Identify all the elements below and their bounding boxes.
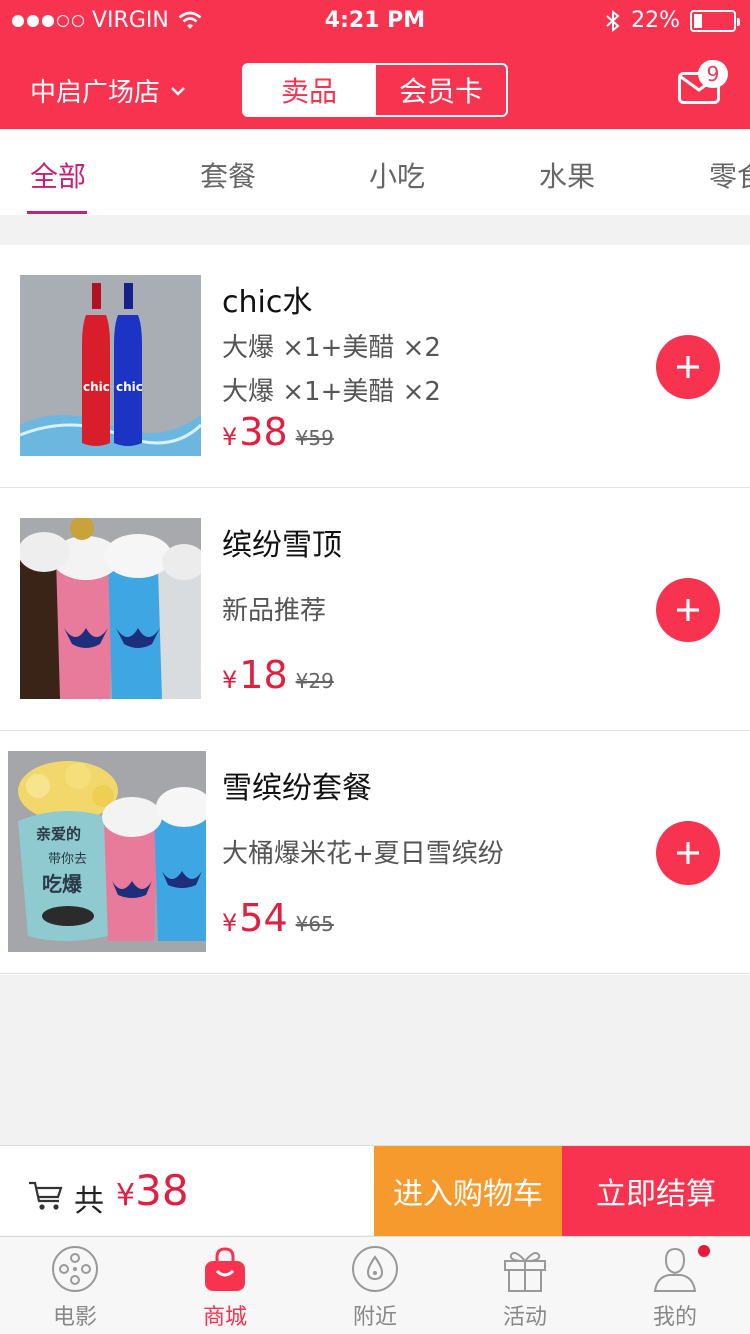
status-right: 22% bbox=[605, 8, 740, 33]
store-name: 中启广场店 bbox=[30, 78, 161, 108]
category-tabs: 全部 套餐 小吃 水果 零食 bbox=[0, 129, 750, 215]
tab-treats[interactable]: 零食 bbox=[709, 155, 750, 195]
tabbar-item-profile[interactable]: 我的 bbox=[600, 1237, 750, 1334]
status-bar: VIRGIN 4:21 PM 22% bbox=[0, 0, 750, 40]
price-currency: ¥ bbox=[222, 666, 238, 694]
product-image-label: chic bbox=[116, 380, 143, 394]
add-to-cart-button[interactable] bbox=[656, 335, 720, 399]
tabbar-item-store[interactable]: 商城 bbox=[150, 1237, 300, 1334]
product-name: 缤纷雪顶 bbox=[222, 528, 342, 563]
tabbar-item-activities[interactable]: 活动 bbox=[450, 1237, 600, 1334]
product-item[interactable]: chic chic chic水 大爆 ×1+美醋 ×2 大爆 ×1+美醋 ×2 … bbox=[0, 245, 750, 488]
tabbar-item-movies[interactable]: 电影 bbox=[0, 1237, 150, 1334]
plus-icon bbox=[677, 842, 699, 864]
user-icon bbox=[653, 1247, 697, 1292]
plus-icon bbox=[677, 356, 699, 378]
tab-all[interactable]: 全部 bbox=[30, 155, 86, 195]
product-image-label: 吃爆 bbox=[42, 872, 83, 896]
product-desc: 大爆 ×1+美醋 ×2 bbox=[222, 377, 441, 407]
cart-total-value: 38 bbox=[135, 1166, 189, 1215]
gift-icon bbox=[504, 1252, 546, 1292]
product-desc: 大桶爆米花+夏日雪缤纷 bbox=[222, 839, 504, 869]
product-image-label: 亲爱的 bbox=[36, 825, 81, 843]
price-value: 18 bbox=[239, 653, 288, 697]
price-currency: ¥ bbox=[222, 423, 238, 451]
bluetooth-icon bbox=[606, 9, 620, 32]
segment-control: 卖品 会员卡 bbox=[242, 63, 508, 117]
cart-currency: ¥ bbox=[116, 1178, 136, 1213]
segment-products[interactable]: 卖品 bbox=[244, 65, 374, 115]
tab-snacks[interactable]: 小吃 bbox=[369, 155, 425, 195]
tabbar-label: 电影 bbox=[52, 1305, 97, 1330]
price-value: 54 bbox=[239, 896, 288, 940]
product-name: chic水 bbox=[222, 285, 313, 320]
product-image-label: 带你去 bbox=[48, 852, 87, 867]
product-name: 雪缤纷套餐 bbox=[222, 771, 372, 806]
tabbar-label: 附近 bbox=[352, 1305, 397, 1330]
product-image-label: chic bbox=[83, 380, 110, 394]
tabbar-label: 活动 bbox=[502, 1305, 547, 1330]
chevron-down-icon bbox=[171, 86, 185, 96]
product-image: chic chic bbox=[20, 275, 201, 456]
cart-total-label: 共 bbox=[74, 1184, 104, 1219]
price-value: 38 bbox=[239, 410, 288, 454]
product-image bbox=[20, 518, 201, 699]
original-price: ¥29 bbox=[295, 669, 334, 693]
plus-icon bbox=[677, 599, 699, 621]
checkout-button[interactable]: 立即结算 bbox=[562, 1146, 750, 1236]
product-price: ¥ 38 ¥59 bbox=[222, 410, 334, 454]
product-item[interactable]: 缤纷雪顶 新品推荐 ¥ 18 ¥29 bbox=[0, 488, 750, 731]
header: VIRGIN 4:21 PM 22% 中启广场店 卖品 会员卡 9 bbox=[0, 0, 750, 129]
price-currency: ¥ bbox=[222, 909, 238, 937]
bottom-tab-bar: 电影 商城 附近 活动 我的 bbox=[0, 1236, 750, 1334]
original-price: ¥65 bbox=[295, 912, 334, 936]
product-image: 亲爱的 带你去 吃爆 bbox=[8, 751, 206, 952]
battery-percent: 22% bbox=[631, 8, 680, 33]
tabbar-item-nearby[interactable]: 附近 bbox=[300, 1237, 450, 1334]
location-drop-icon bbox=[352, 1246, 398, 1292]
product-price: ¥ 18 ¥29 bbox=[222, 653, 334, 697]
cart-total: ¥ 38 bbox=[116, 1166, 189, 1215]
battery-icon bbox=[690, 9, 740, 32]
shopping-bag-icon bbox=[205, 1247, 245, 1291]
tabbar-label: 我的 bbox=[652, 1305, 697, 1330]
mail-badge: 9 bbox=[698, 60, 728, 88]
product-desc: 大爆 ×1+美醋 ×2 bbox=[222, 333, 441, 363]
store-selector[interactable]: 中启广场店 bbox=[30, 72, 186, 109]
shopping-cart-icon bbox=[29, 1181, 63, 1210]
active-tab-indicator bbox=[27, 211, 87, 214]
add-to-cart-button[interactable] bbox=[656, 578, 720, 642]
product-price: ¥ 54 ¥65 bbox=[222, 896, 334, 940]
go-to-cart-button[interactable]: 进入购物车 bbox=[374, 1146, 562, 1236]
film-reel-icon bbox=[52, 1246, 98, 1292]
tab-fruit[interactable]: 水果 bbox=[539, 155, 595, 195]
tab-combos[interactable]: 套餐 bbox=[200, 155, 256, 195]
tabbar-label: 商城 bbox=[202, 1305, 247, 1330]
product-list: chic chic chic水 大爆 ×1+美醋 ×2 大爆 ×1+美醋 ×2 … bbox=[0, 245, 750, 975]
original-price: ¥59 bbox=[295, 426, 334, 450]
add-to-cart-button[interactable] bbox=[656, 821, 720, 885]
product-item[interactable]: 亲爱的 带你去 吃爆 雪缤纷套餐 大桶爆米花+夏日雪缤纷 ¥ 54 ¥65 bbox=[0, 731, 750, 974]
segment-membership-card[interactable]: 会员卡 bbox=[374, 65, 506, 115]
product-desc: 新品推荐 bbox=[222, 596, 327, 626]
cart-bar: 共 ¥ 38 进入购物车 立即结算 bbox=[0, 1145, 750, 1236]
notification-dot bbox=[698, 1245, 710, 1257]
